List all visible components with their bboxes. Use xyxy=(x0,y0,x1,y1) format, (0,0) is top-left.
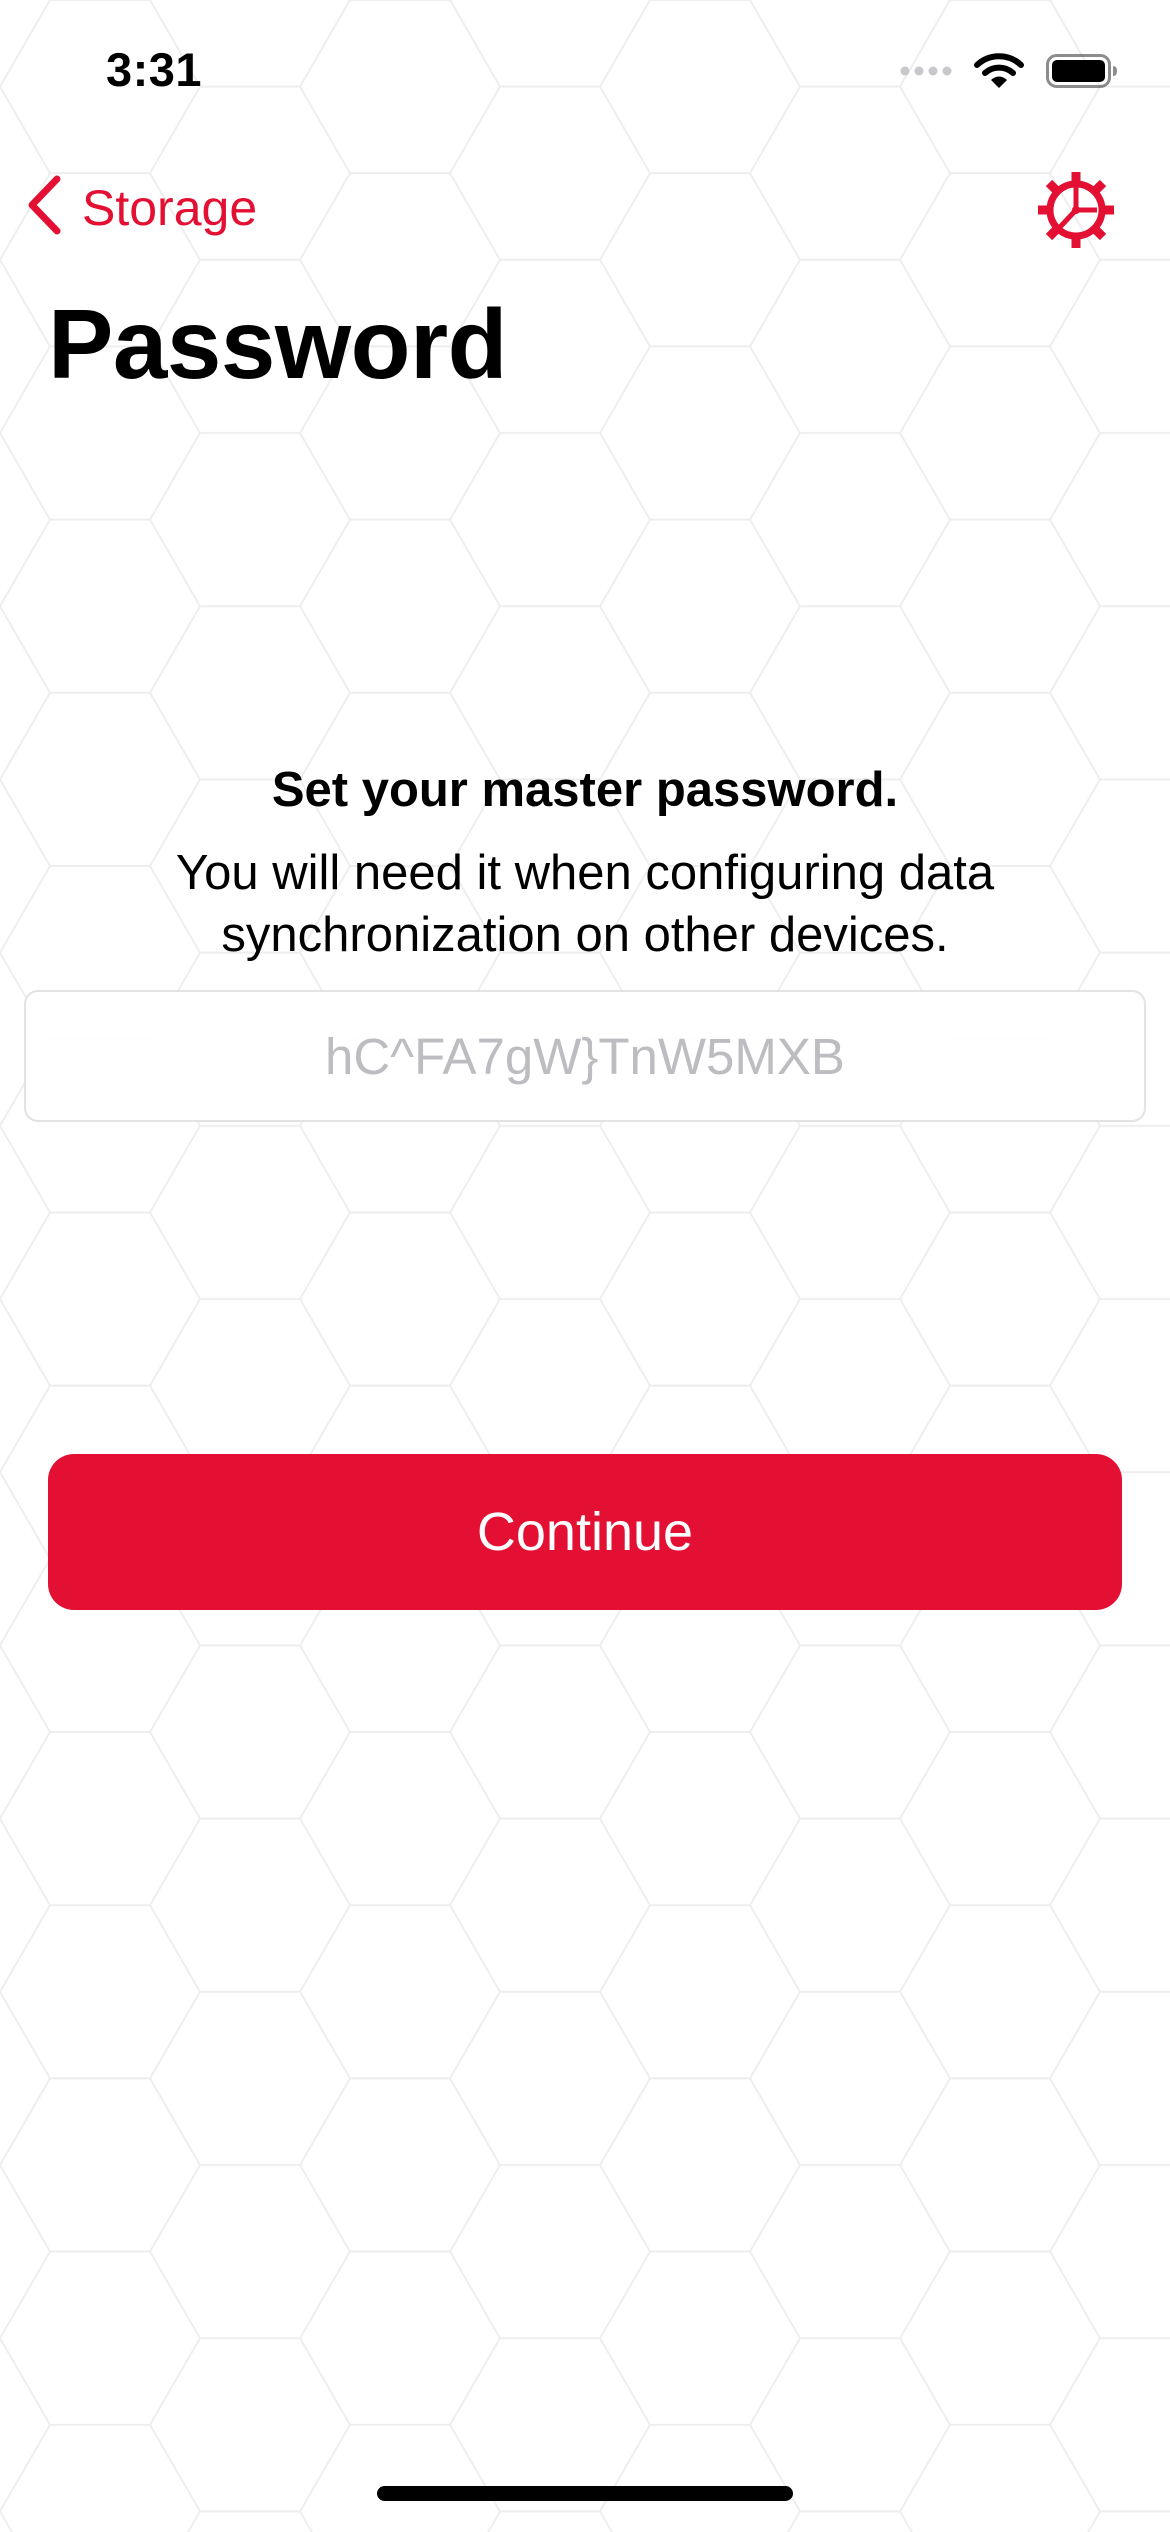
master-password-field[interactable] xyxy=(24,990,1146,1122)
status-icons xyxy=(900,52,1118,95)
wifi-icon xyxy=(974,52,1024,95)
prompt-description: You will need it when configuring data s… xyxy=(175,846,995,962)
status-time: 3:31 xyxy=(106,43,203,96)
status-bar: 3:31 xyxy=(0,0,1170,140)
settings-button[interactable] xyxy=(1034,168,1118,252)
gear-icon xyxy=(1034,172,1118,256)
cellular-signal-icon xyxy=(900,64,952,83)
battery-icon xyxy=(1046,54,1118,93)
chevron-left-icon xyxy=(24,174,64,241)
home-indicator[interactable] xyxy=(377,2486,793,2501)
prompt-heading: Set your master password. xyxy=(271,763,899,817)
continue-button[interactable]: Continue xyxy=(48,1454,1122,1610)
page-title: Password xyxy=(48,289,507,399)
back-button[interactable]: Storage xyxy=(24,174,257,241)
back-button-label: Storage xyxy=(82,179,258,236)
navigation-bar: Storage xyxy=(0,170,1170,250)
